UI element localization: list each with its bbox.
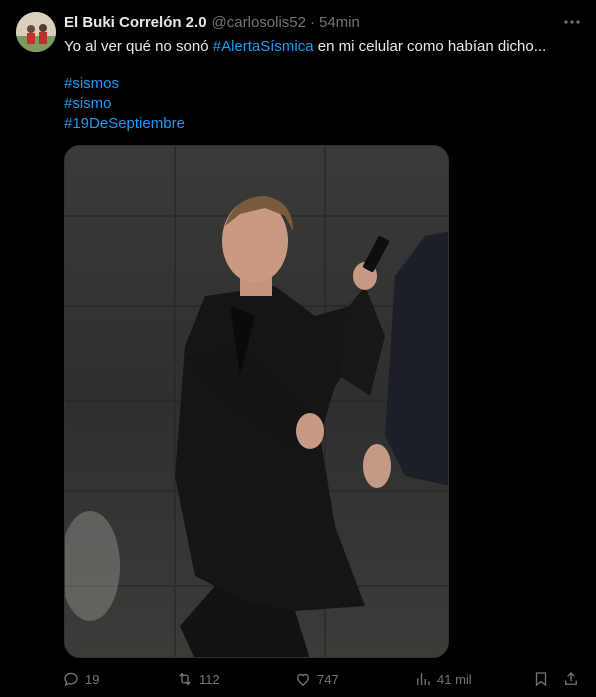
retweet-count: 112 <box>199 671 220 687</box>
separator-dot: · <box>309 13 315 31</box>
reply-button[interactable]: 19 <box>62 668 99 690</box>
bookmark-icon <box>535 672 547 687</box>
hashtag-link-19deseptiembre[interactable]: #19DeSeptiembre <box>64 114 185 134</box>
hashtag-list: #sismos #sismo #19DeSeptiembre <box>64 74 185 134</box>
views-icon <box>417 673 430 685</box>
reply-icon <box>64 672 78 687</box>
like-button[interactable]: 747 <box>294 668 339 690</box>
hashtag-link-sismos[interactable]: #sismos <box>64 74 185 94</box>
views-button[interactable]: 41 mil <box>414 668 472 690</box>
share-button[interactable] <box>562 668 580 690</box>
tweet-text-start: Yo al ver qué no sonó <box>64 38 213 55</box>
more-options-button[interactable] <box>562 12 582 32</box>
user-handle[interactable]: @carlosolis52 <box>212 14 306 31</box>
bookmark-button[interactable] <box>532 668 550 690</box>
tweet-text: Yo al ver qué no sonó #AlertaSísmica en … <box>64 37 582 57</box>
display-name[interactable]: El Buki Correlón 2.0 <box>64 14 207 31</box>
like-count: 747 <box>317 671 339 687</box>
timestamp[interactable]: 54min <box>319 14 360 31</box>
retweet-icon <box>179 672 191 686</box>
tweet-media-photo[interactable] <box>64 145 449 658</box>
avatar[interactable] <box>16 12 56 52</box>
views-count: 41 mil <box>437 671 472 687</box>
tweet-card[interactable]: El Buki Correlón 2.0 @carlosolis52 · 54m… <box>0 0 596 697</box>
retweet-button[interactable]: 112 <box>176 668 220 690</box>
like-icon <box>297 673 309 686</box>
tweet-text-end: en mi celular como habían dicho... <box>313 38 547 55</box>
hashtag-link-sismo[interactable]: #sismo <box>64 94 185 114</box>
more-icon <box>564 20 580 24</box>
tweet-header: El Buki Correlón 2.0 @carlosolis52 · 54m… <box>64 12 556 32</box>
tweet-actions: 19 112 747 41 mil <box>62 668 592 690</box>
share-icon <box>565 672 577 685</box>
hashtag-link-alertasismica[interactable]: #AlertaSísmica <box>213 38 314 55</box>
reply-count: 19 <box>85 671 100 687</box>
